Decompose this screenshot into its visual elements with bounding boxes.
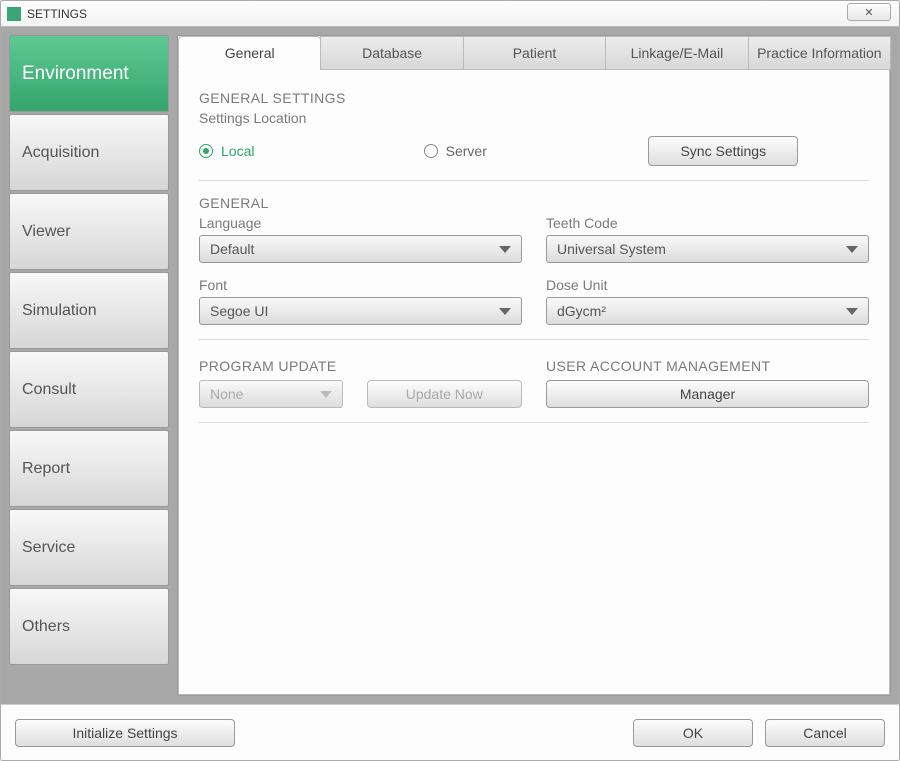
radio-local-label: Local <box>221 143 254 159</box>
divider <box>199 180 869 181</box>
sidebar-item-others[interactable]: Others <box>9 588 169 665</box>
language-select[interactable]: Default <box>199 235 522 263</box>
cancel-button[interactable]: Cancel <box>765 719 885 747</box>
tab-body: GENERAL SETTINGS Settings Location Local… <box>178 70 890 695</box>
dose-unit-select[interactable]: dGycm² <box>546 297 869 325</box>
close-button[interactable]: ✕ <box>847 3 891 21</box>
sidebar-item-acquisition[interactable]: Acquisition <box>9 114 169 191</box>
sidebar-item-simulation[interactable]: Simulation <box>9 272 169 349</box>
sidebar-item-consult[interactable]: Consult <box>9 351 169 428</box>
tab-practice-information[interactable]: Practice Information <box>748 36 891 70</box>
chevron-down-icon <box>499 246 511 253</box>
program-update-heading: PROGRAM UPDATE <box>199 358 522 374</box>
radio-server[interactable]: Server <box>424 143 625 159</box>
radio-dot-icon <box>199 144 213 158</box>
dose-unit-value: dGycm² <box>557 303 606 319</box>
general-settings-heading: GENERAL SETTINGS <box>199 90 869 106</box>
language-label: Language <box>199 215 522 231</box>
settings-location-label: Settings Location <box>199 110 869 126</box>
teeth-code-label: Teeth Code <box>546 215 869 231</box>
content-panel: General Database Patient Linkage/E-Mail … <box>177 35 891 696</box>
sidebar-item-service[interactable]: Service <box>9 509 169 586</box>
chevron-down-icon <box>499 308 511 315</box>
teeth-code-value: Universal System <box>557 241 666 257</box>
user-account-management-heading: USER ACCOUNT MANAGEMENT <box>546 358 869 374</box>
titlebar: SETTINGS ✕ <box>1 1 899 27</box>
radio-server-label: Server <box>446 143 487 159</box>
font-label: Font <box>199 277 522 293</box>
manager-button[interactable]: Manager <box>546 380 869 408</box>
sidebar-item-environment[interactable]: Environment <box>9 35 169 112</box>
dose-unit-label: Dose Unit <box>546 277 869 293</box>
window-title: SETTINGS <box>27 7 87 21</box>
sidebar: Environment Acquisition Viewer Simulatio… <box>9 35 169 696</box>
close-icon: ✕ <box>864 6 873 19</box>
radio-dot-icon <box>424 144 438 158</box>
tab-general[interactable]: General <box>178 36 321 70</box>
tab-patient[interactable]: Patient <box>463 36 606 70</box>
chevron-down-icon <box>846 308 858 315</box>
sidebar-item-report[interactable]: Report <box>9 430 169 507</box>
general-heading: GENERAL <box>199 195 869 211</box>
chevron-down-icon <box>320 391 332 398</box>
divider <box>199 339 869 340</box>
footer: Initialize Settings OK Cancel <box>1 704 899 760</box>
teeth-code-select[interactable]: Universal System <box>546 235 869 263</box>
sidebar-item-viewer[interactable]: Viewer <box>9 193 169 270</box>
font-value: Segoe UI <box>210 303 268 319</box>
tab-linkage-email[interactable]: Linkage/E-Mail <box>605 36 748 70</box>
program-update-select[interactable]: None <box>199 380 343 408</box>
language-value: Default <box>210 241 254 257</box>
radio-local[interactable]: Local <box>199 143 400 159</box>
divider <box>199 422 869 423</box>
settings-window: SETTINGS ✕ Environment Acquisition Viewe… <box>0 0 900 761</box>
chevron-down-icon <box>846 246 858 253</box>
update-now-button[interactable]: Update Now <box>367 380 523 408</box>
font-select[interactable]: Segoe UI <box>199 297 522 325</box>
sync-settings-button[interactable]: Sync Settings <box>648 136 798 166</box>
initialize-settings-button[interactable]: Initialize Settings <box>15 719 235 747</box>
app-icon <box>7 7 21 21</box>
tab-database[interactable]: Database <box>320 36 463 70</box>
program-update-value: None <box>210 386 243 402</box>
ok-button[interactable]: OK <box>633 719 753 747</box>
body: Environment Acquisition Viewer Simulatio… <box>1 27 899 704</box>
tab-bar: General Database Patient Linkage/E-Mail … <box>178 36 890 70</box>
